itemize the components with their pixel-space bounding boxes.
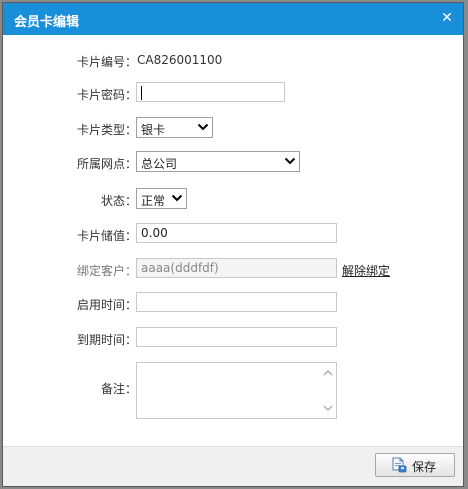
card-balance-label: 卡片储值： (76, 229, 137, 243)
expire-time-input[interactable] (136, 327, 337, 347)
branch-row: 所属网点： 总公司 (3, 151, 465, 173)
card-number-label: 卡片编号： (76, 55, 137, 69)
card-password-row: 卡片密码： (3, 82, 465, 104)
expire-time-row: 到期时间： (3, 327, 465, 349)
card-type-label: 卡片类型： (76, 123, 137, 137)
bound-customer-row: 绑定客户： aaaa(dddfdf) 解除绑定 (3, 258, 465, 280)
save-button-label: 保存 (412, 460, 437, 474)
save-button[interactable]: 保存 (375, 453, 455, 477)
status-select[interactable]: 正常 (136, 188, 187, 209)
chevron-down-icon (284, 157, 296, 165)
branch-select[interactable]: 总公司 (136, 151, 300, 172)
save-document-icon (392, 457, 407, 473)
close-icon[interactable]: ✕ (439, 10, 455, 26)
status-selected: 正常 (141, 194, 166, 208)
start-time-row: 启用时间： (3, 292, 465, 314)
remark-label: 备注： (100, 382, 137, 396)
chevron-down-icon (171, 194, 183, 202)
branch-selected: 总公司 (141, 157, 178, 171)
dialog-footer: 保存 (3, 446, 463, 486)
card-number-value: CA826001100 (137, 53, 223, 67)
branch-label: 所属网点： (76, 157, 137, 171)
remark-row: 备注： (3, 362, 465, 419)
member-card-edit-dialog: 会员卡编辑 ✕ 卡片编号： CA826001100 卡片密码： 卡片类型： 银卡… (2, 2, 464, 487)
card-number-row: 卡片编号： CA826001100 (3, 49, 465, 71)
bound-customer-label: 绑定客户： (76, 264, 137, 278)
start-time-input[interactable] (136, 292, 337, 312)
remark-textarea[interactable] (136, 362, 337, 419)
status-row: 状态： 正常 (3, 188, 465, 210)
card-password-input[interactable] (136, 82, 285, 102)
card-balance-input[interactable]: 0.00 (136, 223, 337, 243)
card-type-selected: 银卡 (141, 123, 166, 137)
bound-customer-input: aaaa(dddfdf) (136, 258, 337, 278)
chevron-down-icon (197, 123, 209, 131)
status-label: 状态： (100, 194, 137, 208)
card-password-label: 卡片密码： (76, 88, 137, 102)
dialog-title: 会员卡编辑 (14, 15, 80, 30)
unbind-link[interactable]: 解除绑定 (342, 262, 390, 279)
scroll-up-icon[interactable] (323, 369, 333, 377)
card-type-row: 卡片类型： 银卡 (3, 117, 465, 139)
expire-time-label: 到期时间： (76, 333, 137, 347)
card-balance-row: 卡片储值： 0.00 (3, 223, 465, 245)
dialog-titlebar[interactable]: 会员卡编辑 ✕ (3, 3, 463, 35)
scroll-down-icon[interactable] (323, 404, 333, 412)
card-type-select[interactable]: 银卡 (136, 117, 213, 138)
start-time-label: 启用时间： (76, 298, 137, 312)
text-caret (141, 85, 142, 100)
